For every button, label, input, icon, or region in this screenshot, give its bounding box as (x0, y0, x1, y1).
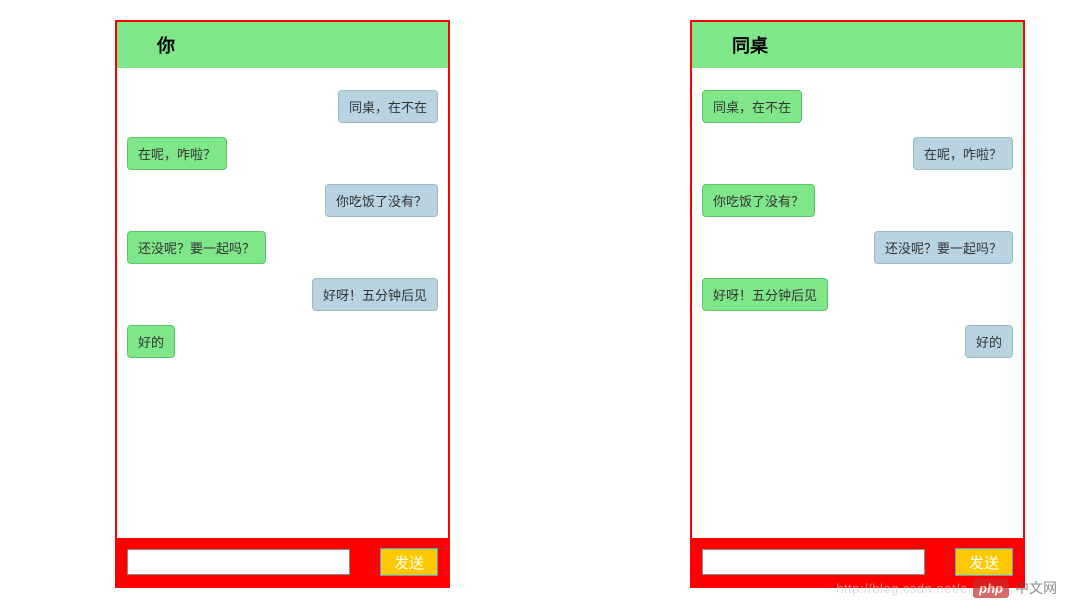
message-bubble: 你吃饭了没有？ (325, 184, 438, 217)
chat-header-you: 你 (117, 22, 448, 68)
watermark-cn: 中文网 (1015, 578, 1057, 598)
message-row: 好的 (127, 325, 438, 358)
message-bubble: 在呢，咋啦？ (913, 137, 1013, 170)
message-bubble: 还没呢？要一起吗？ (874, 231, 1013, 264)
message-bubble: 还没呢？要一起吗？ (127, 231, 266, 264)
chat-title: 同桌 (732, 36, 768, 56)
chat-body-you[interactable]: 同桌，在不在 在呢，咋啦？ 你吃饭了没有？ 还没呢？要一起吗？ 好呀！五分钟后见… (117, 68, 448, 538)
chat-title: 你 (157, 36, 175, 56)
chat-body-deskmate[interactable]: 同桌，在不在 在呢，咋啦？ 你吃饭了没有？ 还没呢？要一起吗？ 好呀！五分钟后见… (692, 68, 1023, 538)
message-input[interactable] (127, 549, 350, 575)
message-bubble: 好的 (965, 325, 1013, 358)
watermark: http://blog.csdn.net/c php 中文网 (836, 578, 1057, 598)
chat-footer-you: 发送 (117, 538, 448, 586)
message-row: 好的 (702, 325, 1013, 358)
message-bubble: 好呀！五分钟后见 (312, 278, 438, 311)
message-bubble: 同桌，在不在 (338, 90, 438, 123)
message-bubble: 同桌，在不在 (702, 90, 802, 123)
message-row: 好呀！五分钟后见 (702, 278, 1013, 311)
send-button[interactable]: 发送 (380, 548, 438, 576)
message-row: 同桌，在不在 (127, 90, 438, 123)
message-bubble: 好呀！五分钟后见 (702, 278, 828, 311)
message-row: 还没呢？要一起吗？ (127, 231, 438, 264)
message-row: 你吃饭了没有？ (702, 184, 1013, 217)
chat-window-you: 你 同桌，在不在 在呢，咋啦？ 你吃饭了没有？ 还没呢？要一起吗？ 好呀！五分钟… (115, 20, 450, 588)
message-row: 在呢，咋啦？ (702, 137, 1013, 170)
message-bubble: 你吃饭了没有？ (702, 184, 815, 217)
watermark-url: http://blog.csdn.net/c (836, 581, 967, 596)
chat-window-deskmate: 同桌 同桌，在不在 在呢，咋啦？ 你吃饭了没有？ 还没呢？要一起吗？ 好呀！五分… (690, 20, 1025, 588)
message-bubble: 在呢，咋啦？ (127, 137, 227, 170)
message-input[interactable] (702, 549, 925, 575)
chat-header-deskmate: 同桌 (692, 22, 1023, 68)
message-row: 同桌，在不在 (702, 90, 1013, 123)
message-bubble: 好的 (127, 325, 175, 358)
watermark-logo: php (973, 579, 1009, 598)
message-row: 在呢，咋啦？ (127, 137, 438, 170)
message-row: 好呀！五分钟后见 (127, 278, 438, 311)
send-button[interactable]: 发送 (955, 548, 1013, 576)
message-row: 你吃饭了没有？ (127, 184, 438, 217)
message-row: 还没呢？要一起吗？ (702, 231, 1013, 264)
